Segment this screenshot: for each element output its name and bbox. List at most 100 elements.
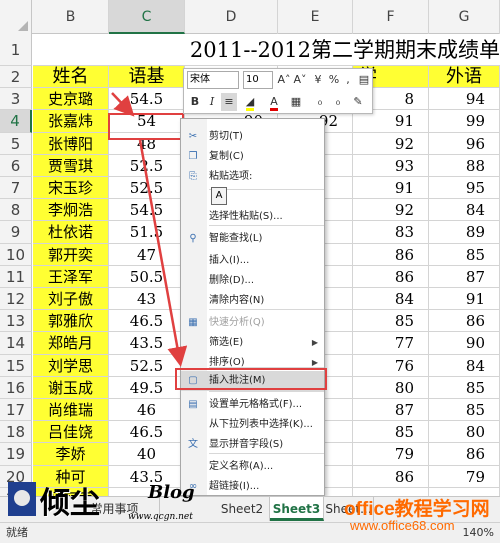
- bold-button[interactable]: B: [187, 93, 203, 111]
- cell-g[interactable]: 86: [429, 310, 500, 333]
- column-header-e[interactable]: E: [278, 0, 353, 34]
- sheet-tab-sheet2[interactable]: Sheet2: [215, 497, 270, 521]
- score-chinese[interactable]: 54.5: [109, 88, 185, 111]
- student-name[interactable]: 刘学思: [33, 354, 109, 377]
- cell-f[interactable]: 76: [353, 354, 429, 377]
- student-name[interactable]: 尚维瑞: [33, 399, 109, 422]
- score-chinese[interactable]: 43.5: [109, 332, 185, 355]
- sheet-tab-sheet3[interactable]: Sheet3: [270, 497, 324, 521]
- menu-item[interactable]: 筛选(E) ▶: [181, 333, 324, 353]
- student-name[interactable]: 张博阳: [33, 132, 109, 155]
- menu-item[interactable]: ⚲ 智能查找(L): [181, 229, 324, 249]
- select-all-corner[interactable]: [0, 0, 32, 34]
- menu-item[interactable]: 删除(D)...: [181, 271, 324, 291]
- student-name[interactable]: 郭开奕: [33, 243, 109, 266]
- cell-f[interactable]: 83: [353, 221, 429, 244]
- decrease-decimal-icon[interactable]: ₀: [330, 93, 346, 111]
- menu-item[interactable]: 选择性粘贴(S)...: [181, 207, 324, 227]
- row-header-16[interactable]: 16: [0, 376, 32, 399]
- cell-g[interactable]: 80: [429, 421, 500, 444]
- row-header-10[interactable]: 10: [0, 243, 32, 266]
- menu-item[interactable]: ∞ 超链接(I)...: [181, 477, 324, 497]
- header-name[interactable]: 姓名: [33, 66, 109, 89]
- student-name[interactable]: 吕佳饶: [33, 421, 109, 444]
- cell-f[interactable]: 85: [353, 421, 429, 444]
- increase-decimal-icon[interactable]: ₀: [312, 93, 328, 111]
- cell-g[interactable]: 84: [429, 354, 500, 377]
- cell-f[interactable]: 86: [353, 265, 429, 288]
- cell-g[interactable]: 85: [429, 243, 500, 266]
- sheet-title[interactable]: 2011--2012第二学期期末成绩单: [33, 34, 500, 66]
- score-chinese[interactable]: 43: [109, 288, 185, 311]
- cell-g[interactable]: 87: [429, 265, 500, 288]
- comma-format-button[interactable]: ,: [340, 71, 356, 89]
- row-header-7[interactable]: 7: [0, 177, 32, 200]
- cell-f[interactable]: 86: [353, 465, 429, 488]
- student-name[interactable]: 王泽军: [33, 265, 109, 288]
- fill-color-icon[interactable]: ◢: [242, 93, 258, 111]
- cell-f[interactable]: 93: [353, 154, 429, 177]
- row-header-3[interactable]: 3: [0, 88, 32, 111]
- italic-button[interactable]: I: [204, 93, 220, 111]
- row-header-13[interactable]: 13: [0, 310, 32, 333]
- row-header-15[interactable]: 15: [0, 354, 32, 377]
- cell-g[interactable]: 90: [429, 332, 500, 355]
- cell-g[interactable]: 84: [429, 199, 500, 222]
- borders-icon[interactable]: ▦: [288, 93, 304, 111]
- menu-item[interactable]: 文显示拼音字段(S): [181, 435, 324, 455]
- score-chinese[interactable]: 40: [109, 443, 185, 466]
- column-header-f[interactable]: F: [353, 0, 429, 34]
- score-chinese[interactable]: 54.5: [109, 199, 185, 222]
- student-name[interactable]: 史京璐: [33, 88, 109, 111]
- row-header-11[interactable]: 11: [0, 265, 32, 288]
- row-header-2[interactable]: 2: [0, 66, 32, 89]
- cell-g[interactable]: 91: [429, 288, 500, 311]
- cell-g[interactable]: 96: [429, 132, 500, 155]
- cell-g[interactable]: 94: [429, 88, 500, 111]
- eraser-icon[interactable]: ✎: [350, 93, 366, 111]
- cell-f[interactable]: 86: [353, 243, 429, 266]
- menu-item[interactable]: ▤ 设置单元格格式(F)...: [181, 395, 324, 415]
- row-header-18[interactable]: 18: [0, 421, 32, 444]
- font-color-icon[interactable]: A: [266, 93, 282, 111]
- student-name[interactable]: 李炯浩: [33, 199, 109, 222]
- score-chinese[interactable]: 46: [109, 399, 185, 422]
- row-header-12[interactable]: 12: [0, 288, 32, 311]
- align-center-button[interactable]: ≡: [221, 93, 237, 111]
- cell-f[interactable]: 92: [353, 132, 429, 155]
- score-chinese[interactable]: 46.5: [109, 310, 185, 333]
- row-header-1[interactable]: 1: [0, 34, 32, 66]
- cell-f[interactable]: 87: [353, 399, 429, 422]
- row-header-8[interactable]: 8: [0, 199, 32, 222]
- score-chinese[interactable]: 50.5: [109, 265, 185, 288]
- row-header-5[interactable]: 5: [0, 132, 32, 155]
- score-chinese[interactable]: 49.5: [109, 376, 185, 399]
- header-chinese[interactable]: 语基: [109, 66, 185, 89]
- student-name[interactable]: 杜依诺: [33, 221, 109, 244]
- student-name[interactable]: 宋玉珍: [33, 177, 109, 200]
- column-header-b[interactable]: B: [33, 0, 109, 34]
- student-name[interactable]: 郑皓月: [33, 332, 109, 355]
- menu-item[interactable]: 插入(I)...: [181, 251, 324, 271]
- score-chinese[interactable]: 52.5: [109, 154, 185, 177]
- row-header-17[interactable]: 17: [0, 399, 32, 422]
- cell-g[interactable]: 89: [429, 221, 500, 244]
- score-chinese[interactable]: 52.5: [109, 177, 185, 200]
- menu-item[interactable]: ❐ 复制(C): [181, 147, 324, 167]
- student-name[interactable]: 刘子傲: [33, 288, 109, 311]
- score-chinese[interactable]: 46.5: [109, 421, 185, 444]
- menu-item[interactable]: ▦ 快速分析(Q): [181, 313, 324, 333]
- currency-format-button[interactable]: ¥: [310, 71, 326, 89]
- menu-item[interactable]: 从下拉列表中选择(K)...: [181, 415, 324, 435]
- cell-f[interactable]: 79: [353, 443, 429, 466]
- row-header-6[interactable]: 6: [0, 154, 32, 177]
- column-header-d[interactable]: D: [185, 0, 278, 34]
- score-chinese[interactable]: 47: [109, 243, 185, 266]
- cell-f[interactable]: 91: [353, 177, 429, 200]
- menu-item[interactable]: 清除内容(N): [181, 291, 324, 311]
- cell-g[interactable]: 85: [429, 376, 500, 399]
- format-painter-icon[interactable]: ▤: [356, 71, 372, 89]
- cell-g[interactable]: 99: [429, 110, 500, 133]
- row-header-9[interactable]: 9: [0, 221, 32, 244]
- cell-f[interactable]: 92: [353, 199, 429, 222]
